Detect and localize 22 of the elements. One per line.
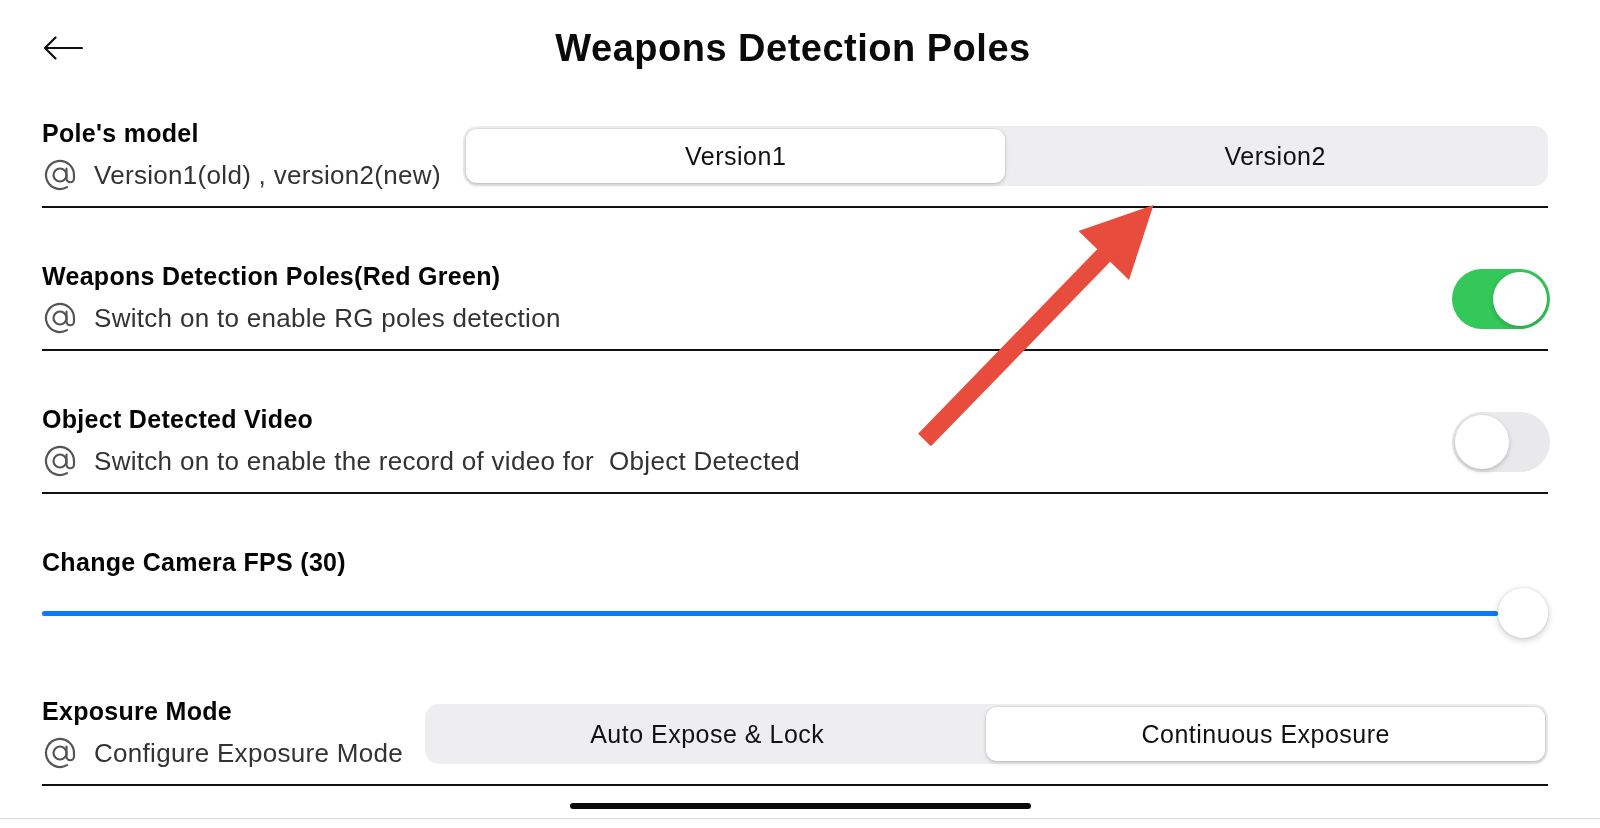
- page-title: Weapons Detection Poles: [555, 26, 1031, 70]
- slider-thumb[interactable]: [1498, 588, 1548, 638]
- segment-tab[interactable]: Auto Expose & Lock: [427, 707, 987, 761]
- toggle-switch[interactable]: [1452, 412, 1550, 472]
- back-arrow-icon[interactable]: [43, 36, 83, 60]
- segment-tab[interactable]: Version1: [465, 129, 1006, 183]
- setting-description: Switch on to enable the record of video for Object Detected: [94, 445, 800, 478]
- at-sign-icon: [42, 443, 78, 479]
- at-sign-icon: [42, 157, 78, 193]
- setting-description: Switch on to enable RG poles detection: [94, 302, 561, 335]
- setting-label: Change Camera FPS (30): [42, 547, 346, 578]
- segment-tab[interactable]: Version2: [1005, 129, 1545, 183]
- toggle-switch[interactable]: [1452, 269, 1550, 329]
- setting-label: Pole's model: [42, 118, 199, 149]
- at-sign-icon: [42, 300, 78, 336]
- setting-label: Object Detected Video: [42, 404, 314, 435]
- at-sign-icon: [42, 735, 78, 771]
- segment-tab[interactable]: Continuous Exposure: [986, 707, 1545, 761]
- setting-label: Exposure Mode: [42, 696, 233, 727]
- setting-label: Weapons Detection Poles(Red Green): [42, 261, 501, 292]
- setting-description: Version1(old) , version2(new): [94, 159, 441, 192]
- setting-description: Configure Exposure Mode: [94, 737, 403, 770]
